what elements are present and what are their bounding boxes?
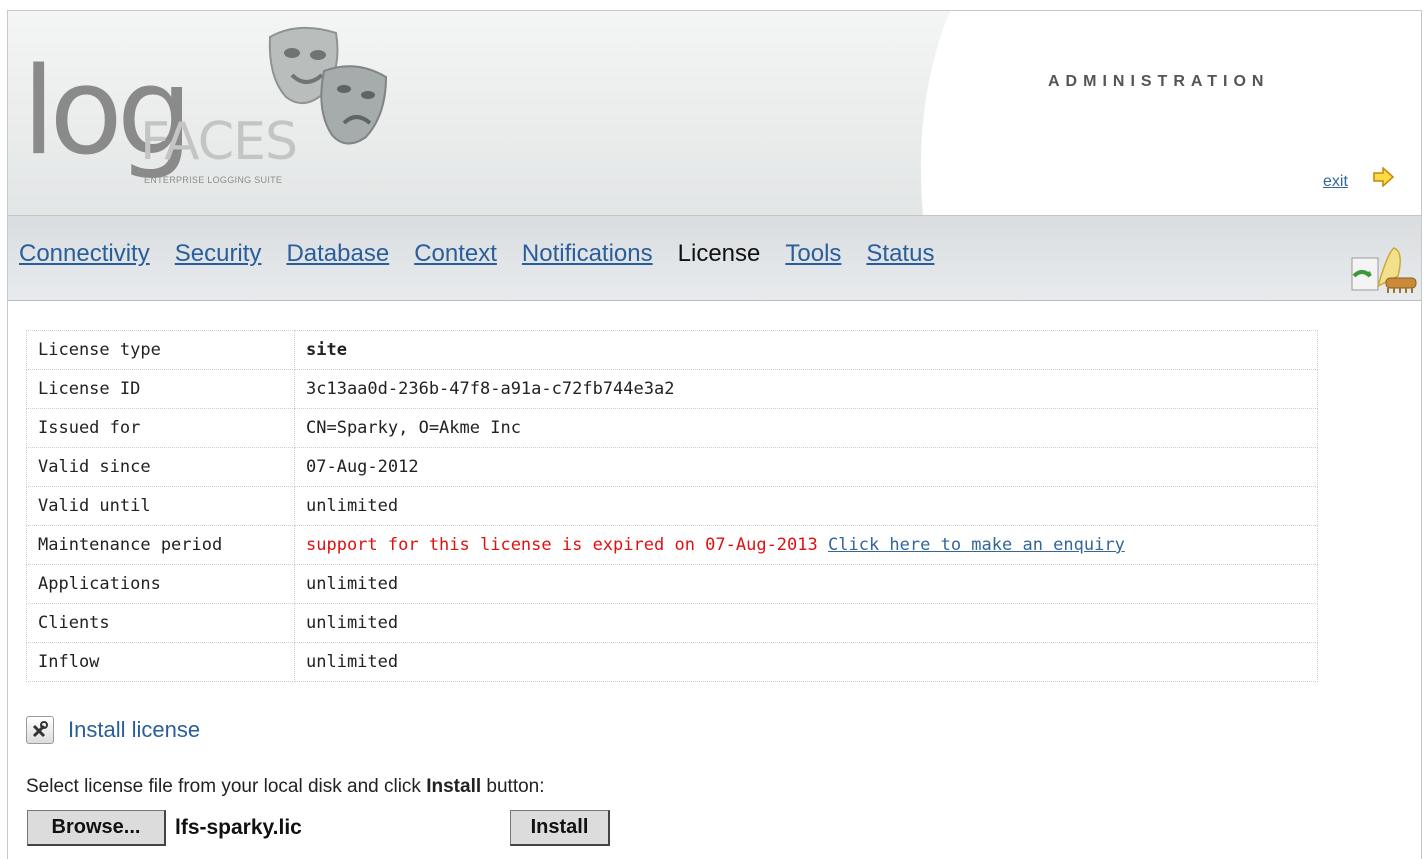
applications-value: unlimited [294,564,1318,604]
install-tools-button[interactable] [26,716,54,744]
tab-database[interactable]: Database [286,240,389,268]
nav-bar: Connectivity Security Database Context N… [8,215,1421,301]
theater-masks-icon [268,26,388,145]
row-key: License ID [26,369,295,409]
issued-for-value: CN=Sparky, O=Akme Inc [294,408,1318,448]
row-key: Issued for [26,408,295,448]
install-button[interactable]: Install [510,810,610,846]
clients-value: unlimited [294,603,1318,643]
header-banner: log FACES ENTERPRISE LOGGING SUITE ADMIN… [8,11,1421,215]
instruction-text: Select license file from your local disk… [26,776,427,797]
table-row: Inflow unlimited [26,642,1318,682]
browse-button[interactable]: Browse... [27,810,166,846]
tab-license[interactable]: License [678,240,761,268]
logo-tagline: ENTERPRISE LOGGING SUITE [144,175,283,185]
license-type-value: site [294,330,1318,370]
table-row: Valid since 07-Aug-2012 [26,447,1318,487]
instruction-bold: Install [426,776,482,797]
table-row: Maintenance period support for this lice… [26,525,1318,565]
valid-until-value: unlimited [294,486,1318,526]
row-key: Valid until [26,486,295,526]
install-license-title: Install license [68,717,201,742]
instruction-tail: button: [481,776,545,797]
tab-tools[interactable]: Tools [785,240,841,268]
row-key: Inflow [26,642,295,682]
table-row: Issued for CN=Sparky, O=Akme Inc [26,408,1318,448]
maintenance-expired-text: support for this license is expired on 0… [306,535,818,555]
maintenance-cell: support for this license is expired on 0… [294,525,1318,565]
tab-security[interactable]: Security [175,240,262,268]
tools-icon [32,721,48,738]
tab-context[interactable]: Context [414,240,497,268]
license-id-value: 3c13aa0d-236b-47f8-a91a-c72fb744e3a2 [294,369,1318,409]
cleanup-broom-icon [1351,247,1417,293]
license-table: License type site License ID 3c13aa0d-23… [26,330,1318,682]
row-key: Applications [26,564,295,604]
row-key: Valid since [26,447,295,487]
section-title: ADMINISTRATION [1048,73,1270,90]
nav-menu: Connectivity Security Database Context N… [19,240,959,268]
valid-since-value: 07-Aug-2012 [294,447,1318,487]
table-row: Valid until unlimited [26,486,1318,526]
row-key: Maintenance period [26,525,295,565]
install-license-header: Install license [26,716,200,744]
selected-file-name: lfs-sparky.lic [175,816,302,839]
table-row: License ID 3c13aa0d-236b-47f8-a91a-c72fb… [26,369,1318,409]
tab-connectivity[interactable]: Connectivity [19,240,150,268]
install-instruction: Select license file from your local disk… [26,776,545,798]
row-key: Clients [26,603,295,643]
table-row: Applications unlimited [26,564,1318,604]
table-row: Clients unlimited [26,603,1318,643]
exit-arrow-icon[interactable] [1372,167,1396,187]
tab-status[interactable]: Status [866,240,934,268]
inflow-value: unlimited [294,642,1318,682]
table-row: License type site [26,330,1318,370]
enquiry-link[interactable]: Click here to make an enquiry [828,535,1125,555]
exit-link[interactable]: exit [1323,173,1348,191]
row-key: License type [26,330,295,370]
tab-notifications[interactable]: Notifications [522,240,653,268]
